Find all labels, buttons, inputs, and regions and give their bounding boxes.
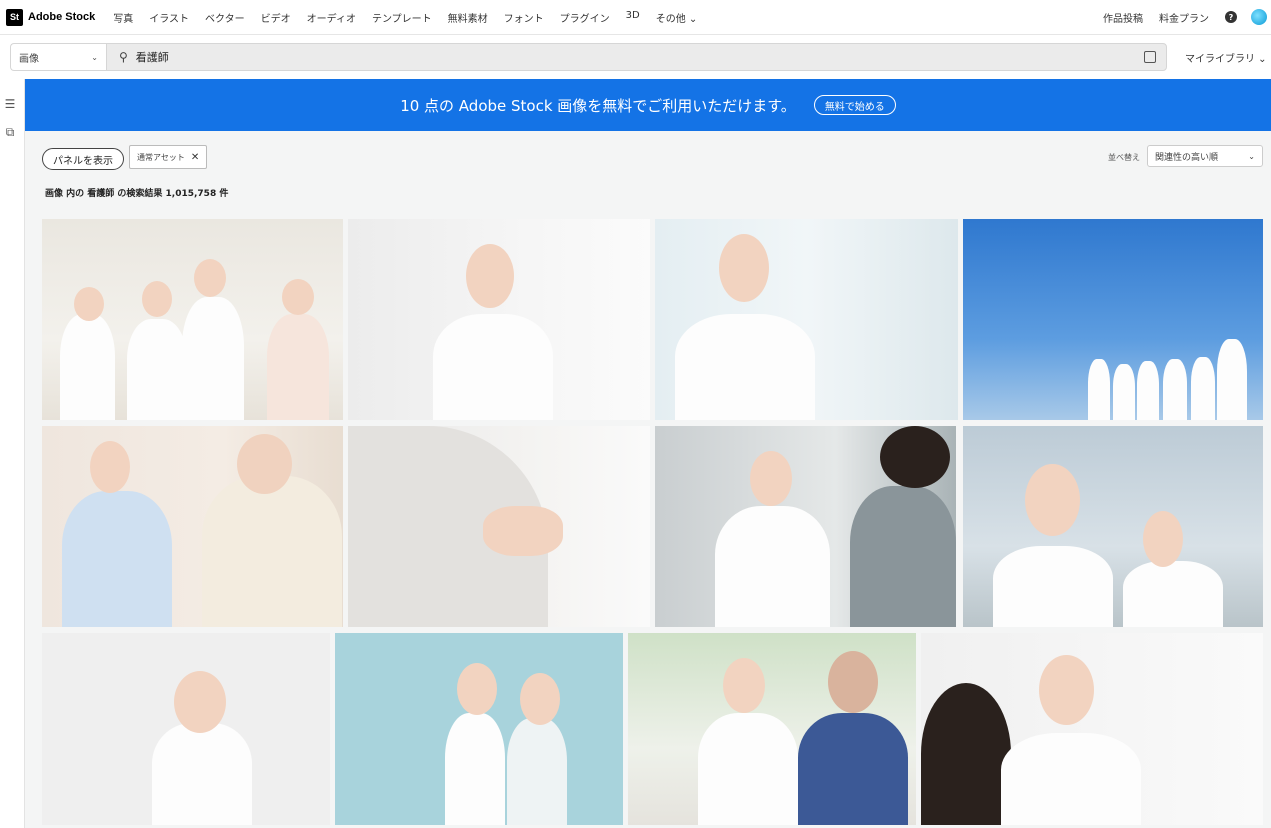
contribute-link[interactable]: 作品投稿: [1103, 10, 1143, 25]
search-box: ⚲: [106, 43, 1167, 71]
avatar[interactable]: [1251, 9, 1267, 25]
image-tile[interactable]: [348, 219, 650, 420]
image-tile[interactable]: [921, 633, 1263, 825]
nav-link-fonts[interactable]: フォント: [504, 10, 544, 25]
left-rail: ☰ ⧉: [0, 79, 25, 828]
sort-value: 関連性の高い順: [1155, 152, 1219, 163]
nav-link-vectors[interactable]: ベクター: [205, 10, 245, 25]
start-free-button[interactable]: 無料で始める: [813, 95, 896, 115]
image-tile[interactable]: [42, 219, 343, 420]
filter-chip[interactable]: 通常アセット ✕: [129, 145, 208, 169]
nav-link-videos[interactable]: ビデオ: [261, 10, 291, 25]
nav-link-free[interactable]: 無料素材: [448, 10, 488, 25]
filters-icon[interactable]: ☰: [3, 97, 17, 111]
my-library-button[interactable]: マイライブラリ ⌄: [1185, 50, 1267, 65]
search-input[interactable]: [135, 50, 1116, 64]
asset-type-value: 画像: [19, 53, 39, 65]
chevron-down-icon: ⌄: [91, 52, 98, 62]
result-summary: 画像 内の 看護師 の検索結果 1,015,758 件: [45, 189, 229, 199]
banner-text: 10 点の Adobe Stock 画像を無料でご利用いただけます。: [400, 96, 796, 115]
image-tile[interactable]: [963, 219, 1263, 420]
image-tile[interactable]: [42, 426, 343, 627]
top-nav: St Adobe Stock 写真 イラスト ベクター ビデオ オーディオ テン…: [0, 0, 1271, 35]
pricing-link[interactable]: 料金プラン: [1159, 10, 1209, 25]
sort-select[interactable]: 関連性の高い順 ⌄: [1147, 145, 1263, 167]
visual-search-icon[interactable]: ⧉: [3, 125, 17, 139]
image-tile[interactable]: [655, 219, 958, 420]
image-tile[interactable]: [42, 633, 330, 825]
nav-link-more[interactable]: その他 ⌄: [656, 10, 698, 25]
filter-chip-label: 通常アセット: [137, 152, 185, 162]
chevron-down-icon: ⌄: [1248, 151, 1255, 161]
nav-link-plugins[interactable]: プラグイン: [560, 10, 610, 25]
nav-link-photos[interactable]: 写真: [113, 10, 133, 25]
promo-banner: 10 点の Adobe Stock 画像を無料でご利用いただけます。 無料で始め…: [25, 79, 1271, 131]
show-panel-button[interactable]: パネルを表示: [42, 148, 124, 170]
sort-label: 並べ替え: [1108, 153, 1140, 162]
close-icon[interactable]: ✕: [191, 152, 199, 163]
image-tile[interactable]: [628, 633, 916, 825]
visual-search-icon[interactable]: [1144, 51, 1156, 63]
nav-link-audio[interactable]: オーディオ: [307, 10, 356, 25]
adobe-stock-logo[interactable]: St Adobe Stock: [6, 8, 96, 26]
nav-link-3d[interactable]: 3D: [626, 10, 640, 25]
image-tile[interactable]: [348, 426, 650, 627]
stock-logo-icon: St: [6, 8, 23, 26]
nav-right: 作品投稿 料金プラン ?: [1103, 9, 1267, 25]
search-icon: ⚲: [119, 50, 128, 64]
image-tile[interactable]: [335, 633, 623, 825]
results-area: パネルを表示 通常アセット ✕ 並べ替え 関連性の高い順 ⌄ 画像 内の 看護師…: [25, 131, 1271, 828]
search-row: 画像 ⌄ ⚲ マイライブラリ ⌄: [0, 36, 1271, 78]
nav-links: 写真 イラスト ベクター ビデオ オーディオ テンプレート 無料素材 フォント …: [105, 10, 705, 25]
image-tile[interactable]: [655, 426, 956, 627]
brand-name: Adobe Stock: [28, 11, 96, 23]
nav-link-illustrations[interactable]: イラスト: [149, 10, 189, 25]
image-tile[interactable]: [963, 426, 1263, 627]
nav-link-templates[interactable]: テンプレート: [372, 10, 432, 25]
asset-type-select[interactable]: 画像 ⌄: [10, 43, 106, 71]
help-icon[interactable]: ?: [1225, 11, 1237, 23]
